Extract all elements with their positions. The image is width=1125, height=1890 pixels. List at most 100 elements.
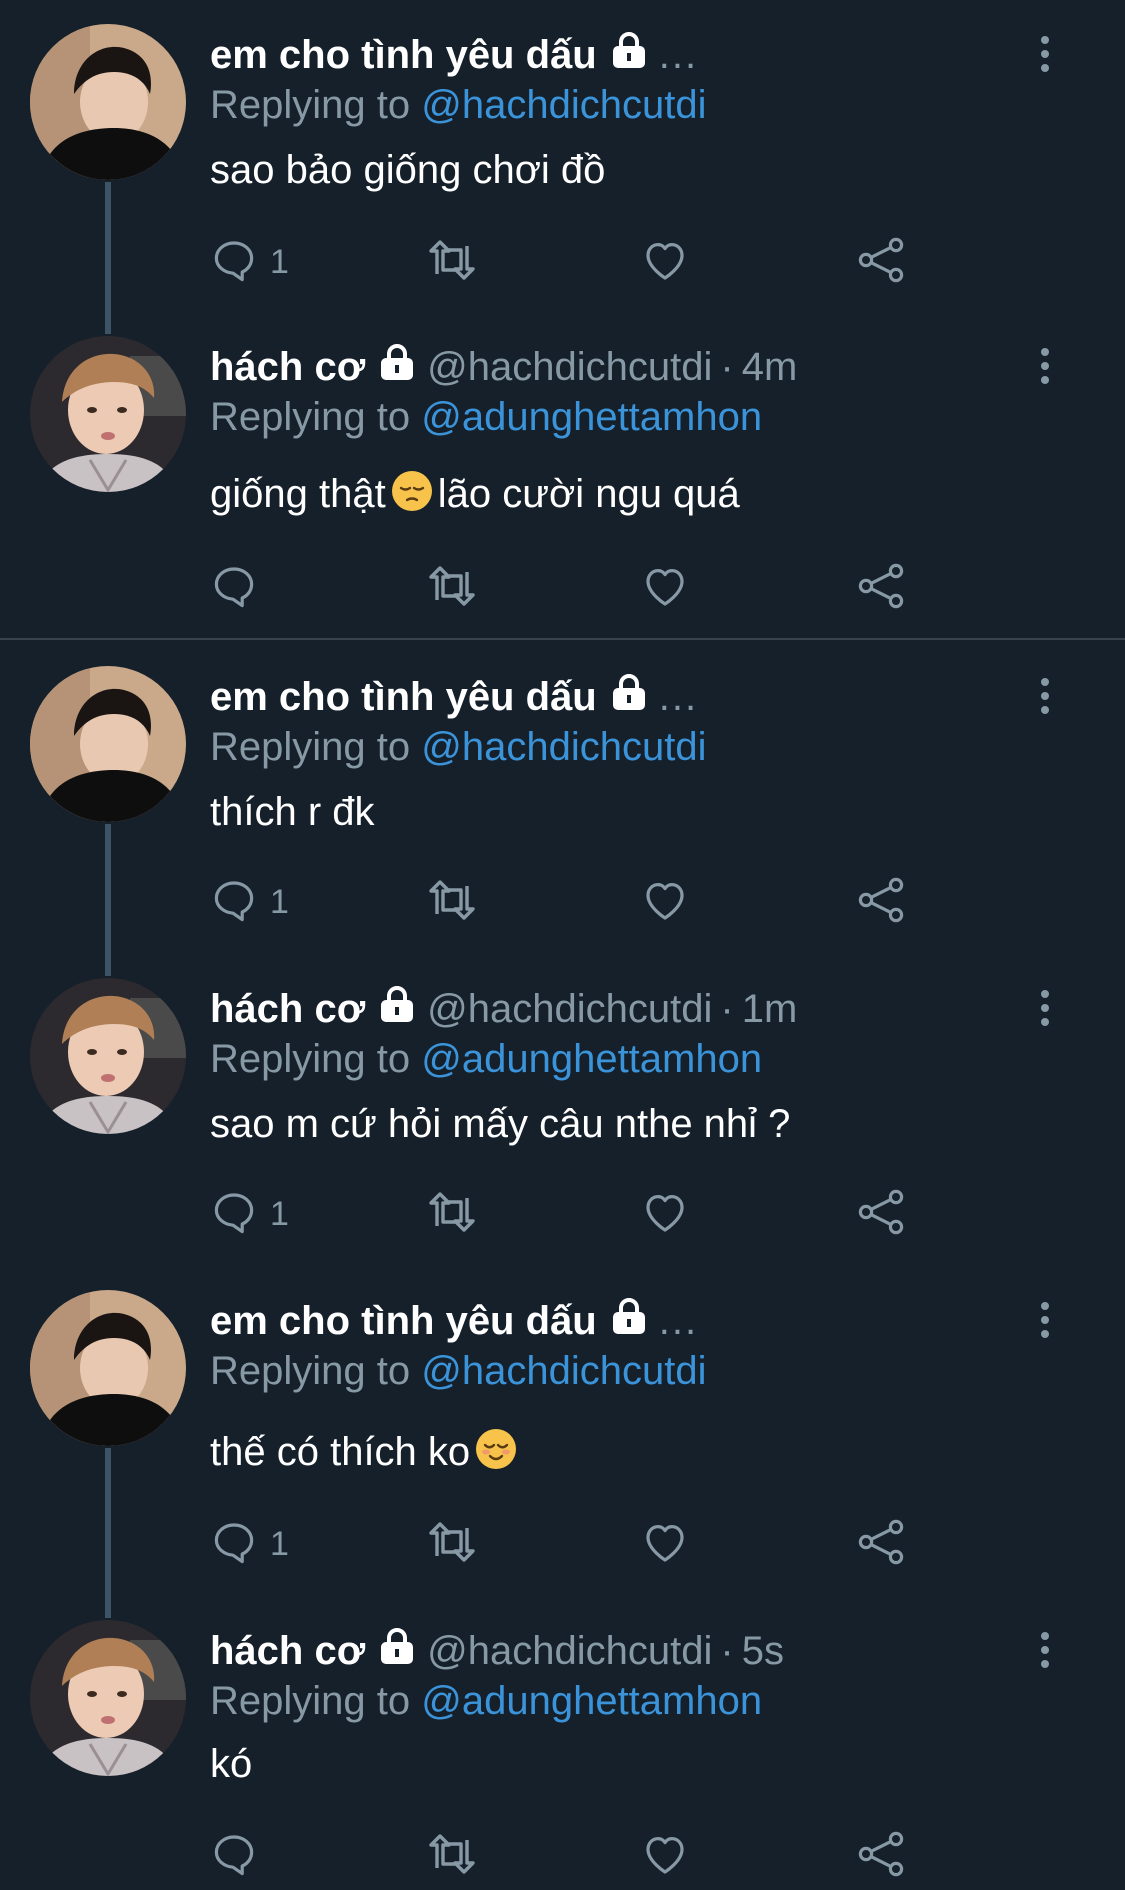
- more-options-icon[interactable]: [1030, 1300, 1060, 1340]
- display-name[interactable]: em cho tình yêu dấu: [210, 33, 597, 78]
- retweet-button[interactable]: [425, 1184, 479, 1244]
- reply-count: 1: [270, 1524, 289, 1563]
- reply-count: 1: [270, 1194, 289, 1233]
- reply-button[interactable]: [210, 1826, 258, 1886]
- mention-link[interactable]: @adunghettamhon: [421, 395, 762, 439]
- like-button[interactable]: [640, 1514, 690, 1574]
- more-options-icon[interactable]: [1030, 346, 1060, 386]
- retweet-icon: [425, 236, 479, 289]
- tweet-text-content: sao m cứ hỏi mấy câu nthe nhỉ ?: [210, 1102, 791, 1146]
- retweet-button[interactable]: [425, 1826, 479, 1886]
- tweet-text-content: thế có thích ko: [210, 1430, 471, 1474]
- avatar[interactable]: [30, 1290, 186, 1446]
- retweet-button[interactable]: [425, 1514, 479, 1574]
- like-button[interactable]: [640, 558, 690, 618]
- reply-icon: [210, 562, 258, 615]
- tweet-text-content: sao bảo giống chơi đồ: [210, 148, 606, 192]
- tweet[interactable]: em cho tình yêu dấu... Replying to @hachd…: [0, 1266, 1125, 1618]
- reply-button[interactable]: 1: [210, 1184, 289, 1244]
- separator-dot: ·: [720, 1628, 734, 1673]
- user-handle[interactable]: @hachdichcutdi: [427, 1629, 712, 1674]
- retweet-button[interactable]: [425, 558, 479, 618]
- like-icon: [640, 562, 690, 615]
- retweet-icon: [425, 1830, 479, 1883]
- reply-count: 1: [270, 882, 289, 921]
- share-button[interactable]: [856, 558, 906, 618]
- reply-icon: [210, 236, 258, 289]
- separator-dot: ·: [720, 344, 734, 389]
- relieved-emoji: [474, 1427, 518, 1486]
- share-icon: [856, 1517, 906, 1572]
- retweet-button[interactable]: [425, 872, 479, 932]
- reply-button[interactable]: [210, 558, 258, 618]
- share-button[interactable]: [856, 872, 906, 932]
- tweet[interactable]: hách cơ @hachdichcutdi · 5s Replying to @adu…: [0, 1596, 1125, 1890]
- more-options-icon[interactable]: [1030, 988, 1060, 1028]
- tweet-text: kó: [210, 1736, 252, 1792]
- share-icon: [856, 875, 906, 930]
- retweet-icon: [425, 876, 479, 929]
- share-button[interactable]: [856, 1826, 906, 1886]
- retweet-button[interactable]: [425, 232, 479, 292]
- more-options-icon[interactable]: [1030, 676, 1060, 716]
- display-name[interactable]: hách cơ: [210, 345, 365, 390]
- retweet-icon: [425, 1188, 479, 1241]
- share-button[interactable]: [856, 232, 906, 292]
- display-name[interactable]: em cho tình yêu dấu: [210, 675, 597, 720]
- like-button[interactable]: [640, 1826, 690, 1886]
- more-options-icon[interactable]: [1030, 34, 1060, 74]
- replying-to-label: Replying to: [210, 725, 422, 769]
- share-button[interactable]: [856, 1184, 906, 1244]
- reply-button[interactable]: 1: [210, 1514, 289, 1574]
- display-name[interactable]: hách cơ: [210, 987, 365, 1032]
- mention-link[interactable]: @adunghettamhon: [421, 1679, 762, 1723]
- avatar[interactable]: [30, 978, 186, 1134]
- like-icon: [640, 236, 690, 289]
- timestamp[interactable]: 1m: [742, 987, 798, 1032]
- tweet-header: hách cơ @hachdichcutdi · 5s: [210, 1626, 784, 1676]
- share-icon: [856, 1829, 906, 1884]
- user-handle[interactable]: @hachdichcutdi: [427, 987, 712, 1032]
- avatar[interactable]: [30, 666, 186, 822]
- tweet[interactable]: hách cơ @hachdichcutdi · 4m Replying to @adu…: [0, 312, 1125, 642]
- timestamp[interactable]: 5s: [742, 1629, 784, 1674]
- more-options-icon[interactable]: [1030, 1630, 1060, 1670]
- lock-icon: [611, 1297, 647, 1345]
- like-button[interactable]: [640, 1184, 690, 1244]
- replying-to: Replying to @hachdichcutdi: [210, 80, 706, 130]
- replying-to-label: Replying to: [210, 1037, 422, 1081]
- like-button[interactable]: [640, 232, 690, 292]
- tweet-text: thế có thích ko: [210, 1424, 522, 1486]
- tweet-text: sao m cứ hỏi mấy câu nthe nhỉ ?: [210, 1096, 790, 1152]
- reply-button[interactable]: 1: [210, 872, 289, 932]
- tweet[interactable]: hách cơ @hachdichcutdi · 1m Replying to @adu…: [0, 954, 1125, 1266]
- like-button[interactable]: [640, 872, 690, 932]
- share-button[interactable]: [856, 1514, 906, 1574]
- reply-icon: [210, 1188, 258, 1241]
- reply-icon: [210, 1518, 258, 1571]
- avatar[interactable]: [30, 24, 186, 180]
- truncated-header: ...: [658, 674, 699, 719]
- display-name[interactable]: em cho tình yêu dấu: [210, 1299, 597, 1344]
- display-name[interactable]: hách cơ: [210, 1629, 365, 1674]
- avatar[interactable]: [30, 336, 186, 492]
- replying-to: Replying to @adunghettamhon: [210, 1034, 762, 1084]
- tweet-text-content: thích r đk: [210, 790, 375, 834]
- reply-icon: [210, 876, 258, 929]
- mention-link[interactable]: @adunghettamhon: [421, 1037, 762, 1081]
- divider: [0, 638, 1125, 640]
- reply-icon: [210, 1830, 258, 1883]
- avatar[interactable]: [30, 1620, 186, 1776]
- user-handle[interactable]: @hachdichcutdi: [427, 345, 712, 390]
- reply-button[interactable]: 1: [210, 232, 289, 292]
- mention-link[interactable]: @hachdichcutdi: [421, 725, 706, 769]
- mention-link[interactable]: @hachdichcutdi: [421, 1349, 706, 1393]
- mention-link[interactable]: @hachdichcutdi: [421, 83, 706, 127]
- timestamp[interactable]: 4m: [742, 345, 798, 390]
- tweet[interactable]: em cho tình yêu dấu... Replying to @hachd…: [0, 0, 1125, 334]
- tweet-actions: 1: [0, 1514, 1125, 1574]
- replying-to: Replying to @hachdichcutdi: [210, 722, 706, 772]
- replying-to: Replying to @adunghettamhon: [210, 392, 762, 442]
- tweet-text: thích r đk: [210, 784, 375, 840]
- tweet[interactable]: em cho tình yêu dấu... Replying to @hachd…: [0, 642, 1125, 976]
